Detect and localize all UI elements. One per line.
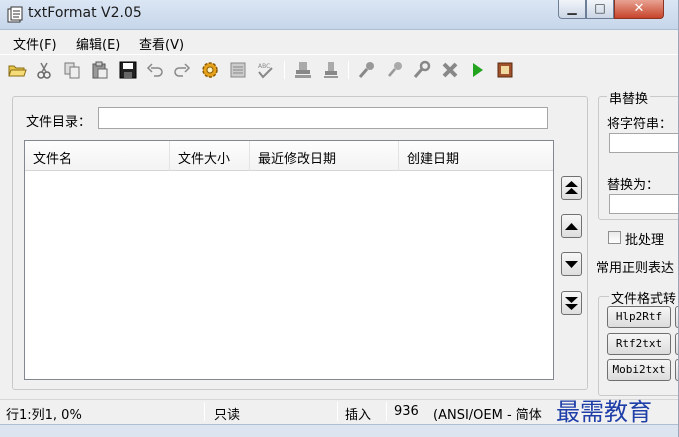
- wrench-icon[interactable]: [412, 60, 432, 80]
- hlp2rtf-button[interactable]: Hlp2Rtf: [607, 306, 671, 328]
- stamp2-icon[interactable]: [321, 60, 341, 80]
- menu-view[interactable]: 查看(V): [139, 34, 184, 53]
- move-bottom-button[interactable]: [561, 291, 582, 315]
- batch-label: 批处理: [625, 233, 665, 248]
- move-down-button[interactable]: [561, 252, 582, 276]
- key-icon[interactable]: [357, 60, 377, 80]
- status-encoding: (ANSI/OEM - 简体: [433, 408, 542, 423]
- watermark-text: 最需教育: [556, 398, 652, 426]
- open-folder-icon[interactable]: [7, 60, 27, 80]
- move-up-button[interactable]: [561, 214, 582, 238]
- paste-icon[interactable]: [90, 60, 110, 80]
- regex-label: 常用正则表达: [596, 261, 675, 276]
- title-bar[interactable]: txtFormat V2.05 ▁ □ ✕: [0, 0, 678, 30]
- menu-edit[interactable]: 编辑(E): [76, 34, 120, 53]
- copy-icon[interactable]: [62, 60, 82, 80]
- cut-icon[interactable]: [34, 60, 54, 80]
- run-icon[interactable]: [467, 60, 487, 80]
- column-header-modified[interactable]: 最近修改日期: [250, 141, 399, 171]
- replace-group-title: 串替换: [607, 88, 651, 107]
- batch-checkbox[interactable]: [608, 231, 621, 244]
- toolbar: ABC: [0, 54, 678, 84]
- menu-bar: 文件(F) 编辑(E) 查看(V): [0, 30, 678, 54]
- find-label: 将字符串：: [607, 117, 673, 132]
- column-header-filename[interactable]: 文件名: [25, 141, 170, 171]
- spellcheck-icon[interactable]: ABC: [255, 60, 275, 80]
- double-down-arrow-icon: [565, 297, 578, 310]
- maximize-button[interactable]: □: [586, 0, 614, 19]
- status-readonly: 只读: [214, 408, 241, 423]
- settings-gear-icon[interactable]: [200, 60, 220, 80]
- toolbar-separator: [348, 61, 349, 79]
- book-icon[interactable]: [495, 60, 515, 80]
- down-arrow-icon: [565, 261, 578, 268]
- menu-file[interactable]: 文件(F): [13, 34, 57, 53]
- status-position: 行1:列1, 0%: [6, 408, 82, 423]
- window-title: txtFormat V2.05: [28, 5, 142, 21]
- replace-label: 替换为：: [607, 178, 660, 193]
- mobi2txt-button[interactable]: Mobi2txt: [607, 359, 671, 381]
- convert-button-partial[interactable]: [675, 333, 678, 355]
- file-list[interactable]: 文件名 文件大小 最近修改日期 创建日期: [24, 140, 554, 380]
- status-separator: [386, 402, 387, 421]
- toolbar-separator: [284, 61, 285, 79]
- close-button[interactable]: ✕: [614, 0, 664, 19]
- move-top-button[interactable]: [561, 176, 582, 200]
- maximize-icon: □: [594, 1, 606, 15]
- rtf2txt-button[interactable]: Rtf2txt: [607, 333, 671, 355]
- convert-button-partial[interactable]: [675, 306, 678, 328]
- minimize-button[interactable]: ▁: [558, 0, 586, 19]
- status-insert-mode: 插入: [345, 408, 372, 423]
- convert-group-title: 文件格式转: [609, 288, 678, 307]
- minimize-icon: ▁: [567, 1, 577, 15]
- status-codepage: 936: [394, 404, 419, 419]
- find-input[interactable]: [609, 133, 678, 153]
- undo-icon[interactable]: [145, 60, 165, 80]
- column-header-filesize[interactable]: 文件大小: [170, 141, 250, 171]
- redo-icon[interactable]: [172, 60, 192, 80]
- svg-text:ABC: ABC: [258, 63, 270, 70]
- column-header-created[interactable]: 创建日期: [399, 141, 553, 171]
- clear-icon[interactable]: [440, 60, 460, 80]
- status-separator: [337, 402, 338, 421]
- app-icon: [6, 6, 24, 24]
- status-separator: [204, 402, 205, 421]
- save-icon[interactable]: [118, 60, 138, 80]
- convert-button-partial[interactable]: [675, 359, 678, 381]
- format-icon[interactable]: [228, 60, 248, 80]
- up-arrow-icon: [565, 223, 578, 230]
- dir-input[interactable]: [98, 107, 548, 129]
- app-window: txtFormat V2.05 ▁ □ ✕ 文件(F) 编辑(E) 查看(V): [0, 0, 679, 437]
- double-up-arrow-icon: [565, 181, 578, 194]
- close-icon: ✕: [633, 1, 645, 16]
- dir-label: 文件目录：: [26, 115, 92, 130]
- key2-icon[interactable]: [385, 60, 405, 80]
- replace-input[interactable]: [609, 194, 678, 214]
- stamp-icon[interactable]: [293, 60, 313, 80]
- file-list-header: 文件名 文件大小 最近修改日期 创建日期: [25, 141, 553, 171]
